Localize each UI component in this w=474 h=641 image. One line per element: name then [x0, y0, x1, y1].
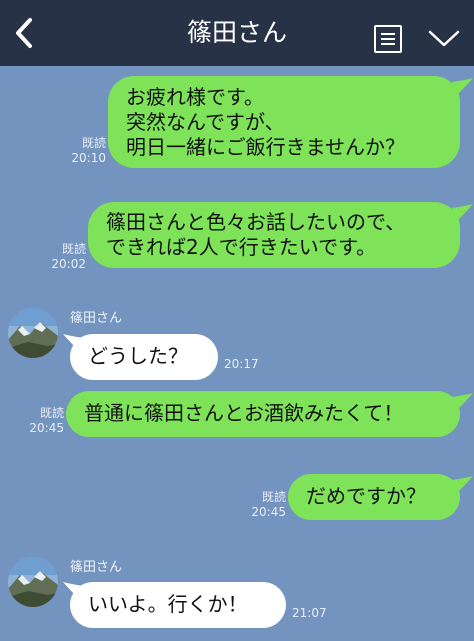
read-receipt: 既読	[81, 136, 106, 150]
bubble-tail	[452, 204, 473, 222]
avatar-mountain-photo	[8, 557, 58, 607]
read-receipt: 既読	[261, 490, 286, 504]
message-line: できれば2人で行きたいです。	[106, 235, 377, 259]
message-bubble[interactable]: だめですか？	[288, 474, 460, 520]
message-text: いいよ。行くか！	[88, 592, 248, 616]
message-line: 篠田さんと色々お話したいので、	[106, 210, 406, 234]
message-line: お疲れ様です。	[126, 85, 264, 109]
message-time: 20:10	[71, 151, 106, 165]
message-time: 20:02	[51, 257, 86, 271]
message-bubble[interactable]: いいよ。行くか！	[70, 582, 286, 628]
avatar-mountain-photo	[8, 308, 58, 358]
message-text: 普通に篠田さんとお酒飲みたくて！	[84, 401, 404, 425]
bubble-tail	[452, 78, 473, 96]
message-line: 突然なんですが、	[126, 110, 285, 134]
message-time: 21:07	[292, 606, 327, 620]
bubble-tail	[452, 393, 473, 411]
avatar[interactable]	[8, 308, 58, 358]
read-receipt: 既読	[39, 406, 64, 420]
read-receipt: 既読	[61, 242, 86, 256]
message-bubble[interactable]: お疲れ様です。 突然なんですが、 明日一緒にご飯行きませんか？	[108, 76, 460, 168]
sender-name: 篠田さん	[70, 311, 123, 326]
menu-list-icon[interactable]	[373, 24, 403, 54]
message-time: 20:17	[224, 357, 259, 371]
message-bubble[interactable]: どうした？	[70, 334, 218, 380]
bubble-tail	[452, 476, 473, 494]
message-text: どうした？	[88, 344, 188, 368]
message-bubble[interactable]: 普通に篠田さんとお酒飲みたくて！	[66, 391, 460, 437]
sender-name: 篠田さん	[70, 560, 123, 575]
message-time: 20:45	[29, 421, 64, 435]
chevron-down-icon[interactable]	[426, 26, 462, 50]
message-bubble[interactable]: 篠田さんと色々お話したいので、 できれば2人で行きたいです。	[88, 202, 460, 268]
message-line: 明日一緒にご飯行きませんか？	[126, 135, 405, 159]
message-time: 20:45	[251, 505, 286, 519]
chat-header: 篠田さん	[0, 0, 474, 66]
message-text: だめですか？	[306, 484, 426, 508]
avatar[interactable]	[8, 557, 58, 607]
